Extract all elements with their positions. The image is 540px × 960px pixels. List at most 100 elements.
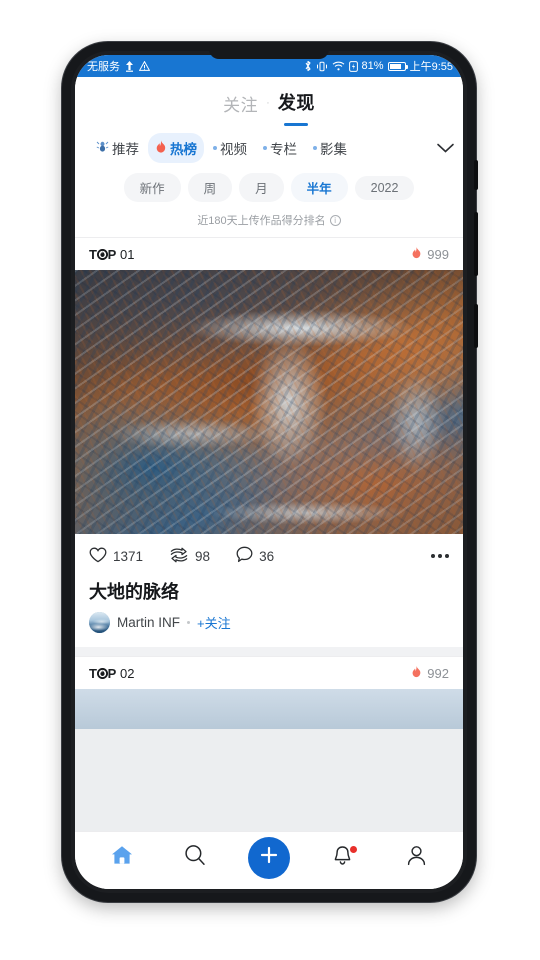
category-tab-album-label: 影集 <box>320 142 347 157</box>
flame-icon <box>411 246 422 262</box>
wifi-icon <box>332 61 345 71</box>
feed-card: T P 02 992 <box>75 656 463 729</box>
top-nav: 关注 · 发现 <box>75 77 463 129</box>
info-icon[interactable]: i <box>329 214 341 226</box>
dot-icon <box>263 146 267 150</box>
vibrate-icon <box>316 61 328 72</box>
card-actions: 1371 98 36 <box>75 534 463 578</box>
phone-bezel: 无服务 81% 上午9:55 关注 · 发现 推荐 热榜 视频 专栏 影集 新作… <box>71 51 467 893</box>
category-tab-hot[interactable]: 热榜 <box>148 133 204 163</box>
category-tab-recommend-label: 推荐 <box>112 142 139 157</box>
search-icon <box>183 843 207 872</box>
author-name[interactable]: Martin INF <box>117 615 180 630</box>
warning-triangle-icon <box>139 61 150 71</box>
phone-screen: 无服务 81% 上午9:55 关注 · 发现 推荐 热榜 视频 专栏 影集 新作… <box>75 55 463 889</box>
range-note-label: 近180天上传作品得分排名 <box>197 215 326 227</box>
feed-card: T P 01 999 1371 98 36 大地的脉络 Martin INF +… <box>75 237 463 647</box>
rank-number: 01 <box>120 246 135 262</box>
tab-search[interactable] <box>172 835 218 881</box>
phone-notch <box>209 51 329 59</box>
range-filter: 新作 周 月 半年 2022 <box>75 167 463 204</box>
battery-icon <box>387 61 408 71</box>
category-tab-video-label: 视频 <box>220 142 247 157</box>
category-tab-album[interactable]: 影集 <box>306 133 354 163</box>
like-button[interactable]: 1371 <box>89 547 143 566</box>
category-tab-video[interactable]: 视频 <box>206 133 254 163</box>
phone-frame: 无服务 81% 上午9:55 关注 · 发现 推荐 热榜 视频 专栏 影集 新作… <box>62 42 478 902</box>
tab-create[interactable] <box>246 835 292 881</box>
category-tab-recommend[interactable]: 推荐 <box>89 133 146 163</box>
comment-icon <box>236 546 253 566</box>
range-month[interactable]: 月 <box>239 173 284 202</box>
share-count: 98 <box>195 548 211 564</box>
tab-discover[interactable]: 发现 <box>278 89 315 118</box>
range-week[interactable]: 周 <box>187 173 233 202</box>
battery-saver-icon <box>348 60 358 72</box>
battery-percent-label: 81% <box>361 60 384 72</box>
carrier-label: 无服务 <box>87 61 120 73</box>
person-icon <box>405 844 428 872</box>
card-photo[interactable] <box>75 689 463 729</box>
hot-score: 992 <box>411 665 449 681</box>
chevron-down-icon[interactable] <box>431 134 459 162</box>
power-button[interactable] <box>474 304 478 348</box>
category-tabs-scroll[interactable]: 推荐 热榜 视频 专栏 影集 <box>89 133 429 163</box>
tab-home[interactable] <box>99 835 145 881</box>
status-bar-left: 无服务 <box>87 58 150 74</box>
rank-badge: T P 01 <box>89 247 135 262</box>
ant-icon <box>96 140 109 156</box>
category-tab-hot-label: 热榜 <box>170 142 197 157</box>
rank-badge: T P 02 <box>89 666 135 681</box>
range-2022[interactable]: 2022 <box>354 175 415 200</box>
home-icon <box>110 844 134 871</box>
like-count: 1371 <box>113 548 144 564</box>
card-photo[interactable] <box>75 270 463 534</box>
avatar[interactable] <box>89 612 110 633</box>
flame-icon <box>411 665 422 681</box>
range-note: 近180天上传作品得分排名 i <box>75 204 463 237</box>
dot-icon <box>213 146 217 150</box>
bottom-tab-bar <box>75 831 463 889</box>
more-horizontal-icon[interactable] <box>431 554 449 558</box>
comment-button[interactable]: 36 <box>236 546 274 566</box>
rank-word: T P <box>89 665 117 681</box>
comment-count: 36 <box>259 548 275 564</box>
card-header: T P 01 999 <box>75 237 463 270</box>
tab-notifications[interactable] <box>320 835 366 881</box>
card-divider <box>75 647 463 656</box>
tab-profile[interactable] <box>393 835 439 881</box>
follow-button[interactable]: +关注 <box>197 613 231 632</box>
page-root: 无服务 81% 上午9:55 关注 · 发现 推荐 热榜 视频 专栏 影集 新作… <box>0 0 540 960</box>
notification-badge <box>349 845 357 853</box>
phone-side-button-top[interactable] <box>474 160 478 190</box>
category-tab-column-label: 专栏 <box>270 142 297 157</box>
tab-following[interactable]: 关注 <box>223 91 258 116</box>
bluetooth-icon <box>304 60 312 72</box>
volume-button[interactable] <box>474 212 478 276</box>
rank-number: 02 <box>120 665 135 681</box>
hot-score-value: 999 <box>427 246 449 262</box>
category-tabs: 推荐 热榜 视频 专栏 影集 <box>75 129 463 167</box>
share-button[interactable]: 98 <box>169 547 210 566</box>
hot-score: 999 <box>411 246 449 262</box>
dot-icon <box>313 146 317 150</box>
author-separator-dot <box>187 621 191 624</box>
card-title[interactable]: 大地的脉络 <box>75 578 463 612</box>
card-author-row: Martin INF +关注 <box>75 612 463 647</box>
feed-list[interactable]: T P 01 999 1371 98 36 大地的脉络 Martin INF +… <box>75 237 463 831</box>
rank-word: T P <box>89 246 117 262</box>
heart-icon <box>89 547 107 566</box>
hot-score-value: 992 <box>427 665 449 681</box>
create-button[interactable] <box>247 836 290 879</box>
plus-icon <box>258 844 280 871</box>
flame-icon <box>155 140 167 156</box>
category-tab-column[interactable]: 专栏 <box>256 133 304 163</box>
range-half-year[interactable]: 半年 <box>290 173 348 202</box>
clock-label: 上午9:55 <box>409 61 453 73</box>
range-new[interactable]: 新作 <box>123 173 181 202</box>
top-nav-separator: · <box>266 97 270 109</box>
share-icon <box>169 547 189 566</box>
upload-arrow-icon <box>125 60 134 72</box>
status-bar-right: 81% 上午9:55 <box>304 58 453 74</box>
card-header: T P 02 992 <box>75 656 463 689</box>
